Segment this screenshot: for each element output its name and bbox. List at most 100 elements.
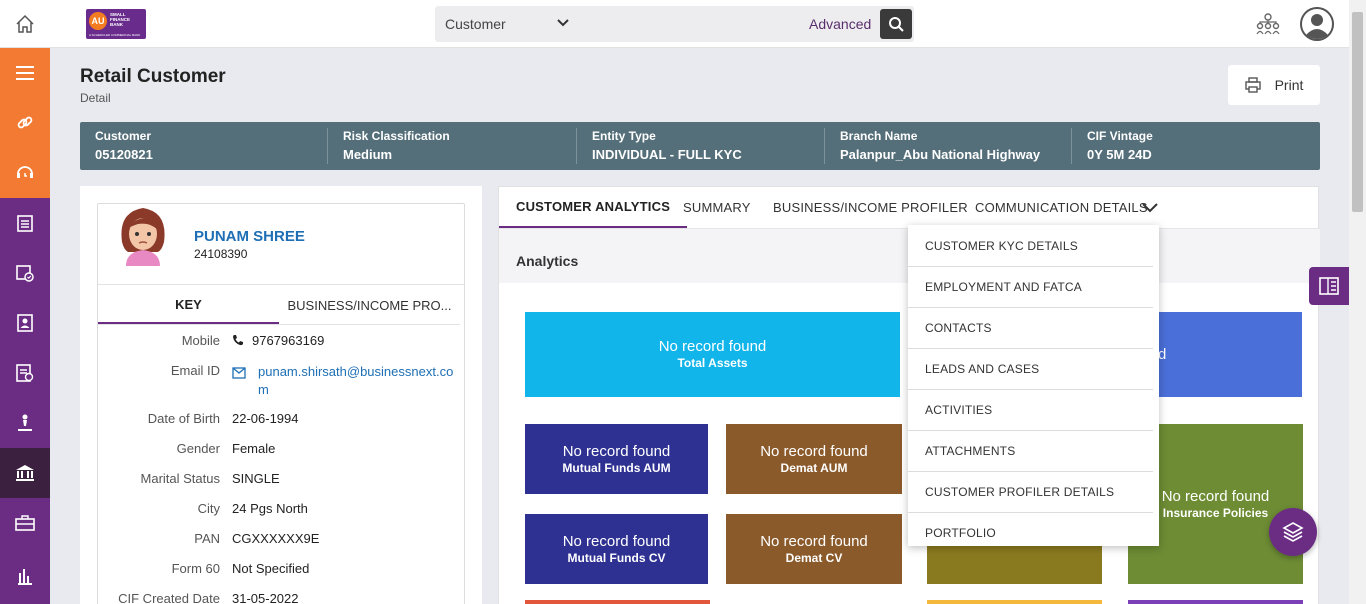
document-icon xyxy=(16,364,34,382)
layout-toggle-button[interactable] xyxy=(1309,267,1349,305)
sidebar-item-support[interactable] xyxy=(0,148,50,198)
divider xyxy=(98,324,460,325)
logo-au: AU xyxy=(89,12,107,30)
page-scrollbar[interactable] xyxy=(1349,0,1366,604)
sidebar xyxy=(0,48,50,604)
person-lever-icon xyxy=(18,414,32,431)
field-value: 9767963169 xyxy=(252,333,325,348)
tile-demat-cv[interactable]: No record found Demat CV xyxy=(726,514,902,584)
sidebar-item-reports[interactable] xyxy=(0,548,50,604)
field-label: PAN xyxy=(194,531,220,546)
sidebar-item-leads[interactable] xyxy=(0,398,50,448)
menu-item-customer-profiler[interactable]: CUSTOMER PROFILER DETAILS xyxy=(908,471,1159,512)
field-value: CGXXXXXX9E xyxy=(232,531,320,546)
info-label: CIF Vintage xyxy=(1087,129,1153,143)
sidebar-item-calendar[interactable] xyxy=(0,248,50,298)
field-value: Female xyxy=(232,441,276,456)
print-button[interactable]: Print xyxy=(1228,65,1320,105)
customer-info-strip: Customer 05120821 Risk Classification Me… xyxy=(80,122,1320,170)
sidebar-item-profile[interactable] xyxy=(0,298,50,348)
customer-avatar xyxy=(116,204,170,268)
info-vintage: CIF Vintage 0Y 5M 24D xyxy=(1087,129,1153,165)
tile-status: d xyxy=(1158,346,1167,363)
scrollbar-thumb[interactable] xyxy=(1352,12,1363,212)
sidebar-item-links[interactable] xyxy=(0,98,50,148)
tab-communication-details[interactable]: COMMUNICATION DETAILS xyxy=(975,187,1148,228)
tab-business-income[interactable]: BUSINESS/INCOME PRO... xyxy=(279,286,460,324)
divider xyxy=(98,284,464,285)
tab-customer-analytics[interactable]: CUSTOMER ANALYTICS xyxy=(499,187,688,228)
tile-demat-aum[interactable]: No record found Demat AUM xyxy=(726,424,902,494)
search-button[interactable] xyxy=(880,9,912,39)
menu-item-customer-kyc[interactable]: CUSTOMER KYC DETAILS xyxy=(908,225,1159,266)
advanced-search-link[interactable]: Advanced xyxy=(809,16,871,32)
field-label: Date of Birth xyxy=(147,411,220,426)
layers-fab-button[interactable] xyxy=(1269,508,1317,556)
menu-item-contacts[interactable]: CONTACTS xyxy=(908,307,1159,348)
user-icon xyxy=(1300,7,1334,41)
field-label: City xyxy=(197,501,220,516)
field-value: SINGLE xyxy=(232,471,280,486)
divider xyxy=(824,128,825,164)
tile-label: Mutual Funds AUM xyxy=(562,460,671,475)
search-scope-select[interactable]: Customer xyxy=(435,6,581,42)
tab-business-income-profiler[interactable]: BUSINESS/INCOME PROFILER xyxy=(773,187,968,228)
chevron-down-icon[interactable] xyxy=(1141,199,1159,215)
tile-partial xyxy=(1128,600,1303,604)
sidebar-item-portfolio[interactable] xyxy=(0,498,50,548)
tile-partial xyxy=(525,600,710,604)
tile-status: No record found xyxy=(562,532,671,550)
field-label: Form 60 xyxy=(171,561,220,576)
info-value: 0Y 5M 24D xyxy=(1087,147,1152,162)
menu-item-portfolio[interactable]: PORTFOLIO xyxy=(908,512,1159,546)
menu-item-leads-cases[interactable]: LEADS AND CASES xyxy=(908,348,1159,389)
customer-id: 24108390 xyxy=(194,247,248,261)
tile-status: No record found xyxy=(562,442,671,460)
info-risk: Risk Classification Medium xyxy=(343,129,450,165)
home-icon xyxy=(16,14,34,33)
tile-total-assets[interactable]: No record found Total Assets xyxy=(525,312,900,397)
tile-label: Mutual Funds CV xyxy=(567,550,666,565)
tile-status: No record found xyxy=(760,442,868,460)
info-customer: Customer 05120821 xyxy=(95,129,153,165)
logo-tagline: A SCHEDULED COMMERCIAL BANK xyxy=(89,33,141,37)
print-label: Print xyxy=(1274,77,1304,93)
home-button[interactable] xyxy=(0,0,50,48)
top-bar: AU SMALL FINANCE BANK A SCHEDULED COMMER… xyxy=(0,0,1366,48)
page-title: Retail Customer xyxy=(80,66,226,87)
field-value: 31-05-2022 xyxy=(232,591,299,604)
info-value: 05120821 xyxy=(95,147,153,162)
sidebar-item-menu[interactable] xyxy=(0,48,50,98)
info-value: Medium xyxy=(343,147,393,162)
org-chart-button[interactable] xyxy=(1256,13,1280,40)
bank-logo: AU SMALL FINANCE BANK A SCHEDULED COMMER… xyxy=(86,9,146,39)
tile-mutual-funds-aum[interactable]: No record found Mutual Funds AUM xyxy=(525,424,708,494)
menu-icon xyxy=(16,66,34,80)
customer-name[interactable]: PUNAM SHREE xyxy=(194,228,305,245)
menu-item-activities[interactable]: ACTIVITIES xyxy=(908,389,1159,430)
sidebar-item-bank[interactable] xyxy=(0,448,50,498)
field-value: Not Specified xyxy=(232,561,310,576)
user-avatar[interactable] xyxy=(1300,7,1334,41)
org-chart-icon xyxy=(1256,13,1280,35)
menu-item-attachments[interactable]: ATTACHMENTS xyxy=(908,430,1159,471)
sidebar-item-tasks[interactable] xyxy=(0,198,50,248)
info-branch: Branch Name Palanpur_Abu National Highwa… xyxy=(840,129,1040,165)
info-label: Entity Type xyxy=(592,129,656,143)
phone-icon xyxy=(233,335,243,346)
tab-key[interactable]: KEY xyxy=(98,286,279,324)
bar-chart-icon xyxy=(18,569,32,585)
search-input[interactable] xyxy=(581,6,811,42)
sidebar-item-documents[interactable] xyxy=(0,348,50,398)
menu-item-employment-fatca[interactable]: EMPLOYMENT AND FATCA xyxy=(908,266,1159,307)
chevron-down-icon xyxy=(557,19,569,27)
info-value: Palanpur_Abu National Highway xyxy=(840,147,1041,162)
layers-icon xyxy=(1282,522,1304,542)
info-value: INDIVIDUAL - FULL KYC xyxy=(592,147,742,162)
tile-mutual-funds-cv[interactable]: No record found Mutual Funds CV xyxy=(525,514,708,584)
field-value: 22-06-1994 xyxy=(232,411,299,426)
field-label: Mobile xyxy=(181,333,220,348)
tab-summary[interactable]: SUMMARY xyxy=(683,187,751,228)
tile-label: Demat CV xyxy=(785,550,843,565)
email-link[interactable]: punam.shirsath@businessnext.com xyxy=(258,363,454,399)
